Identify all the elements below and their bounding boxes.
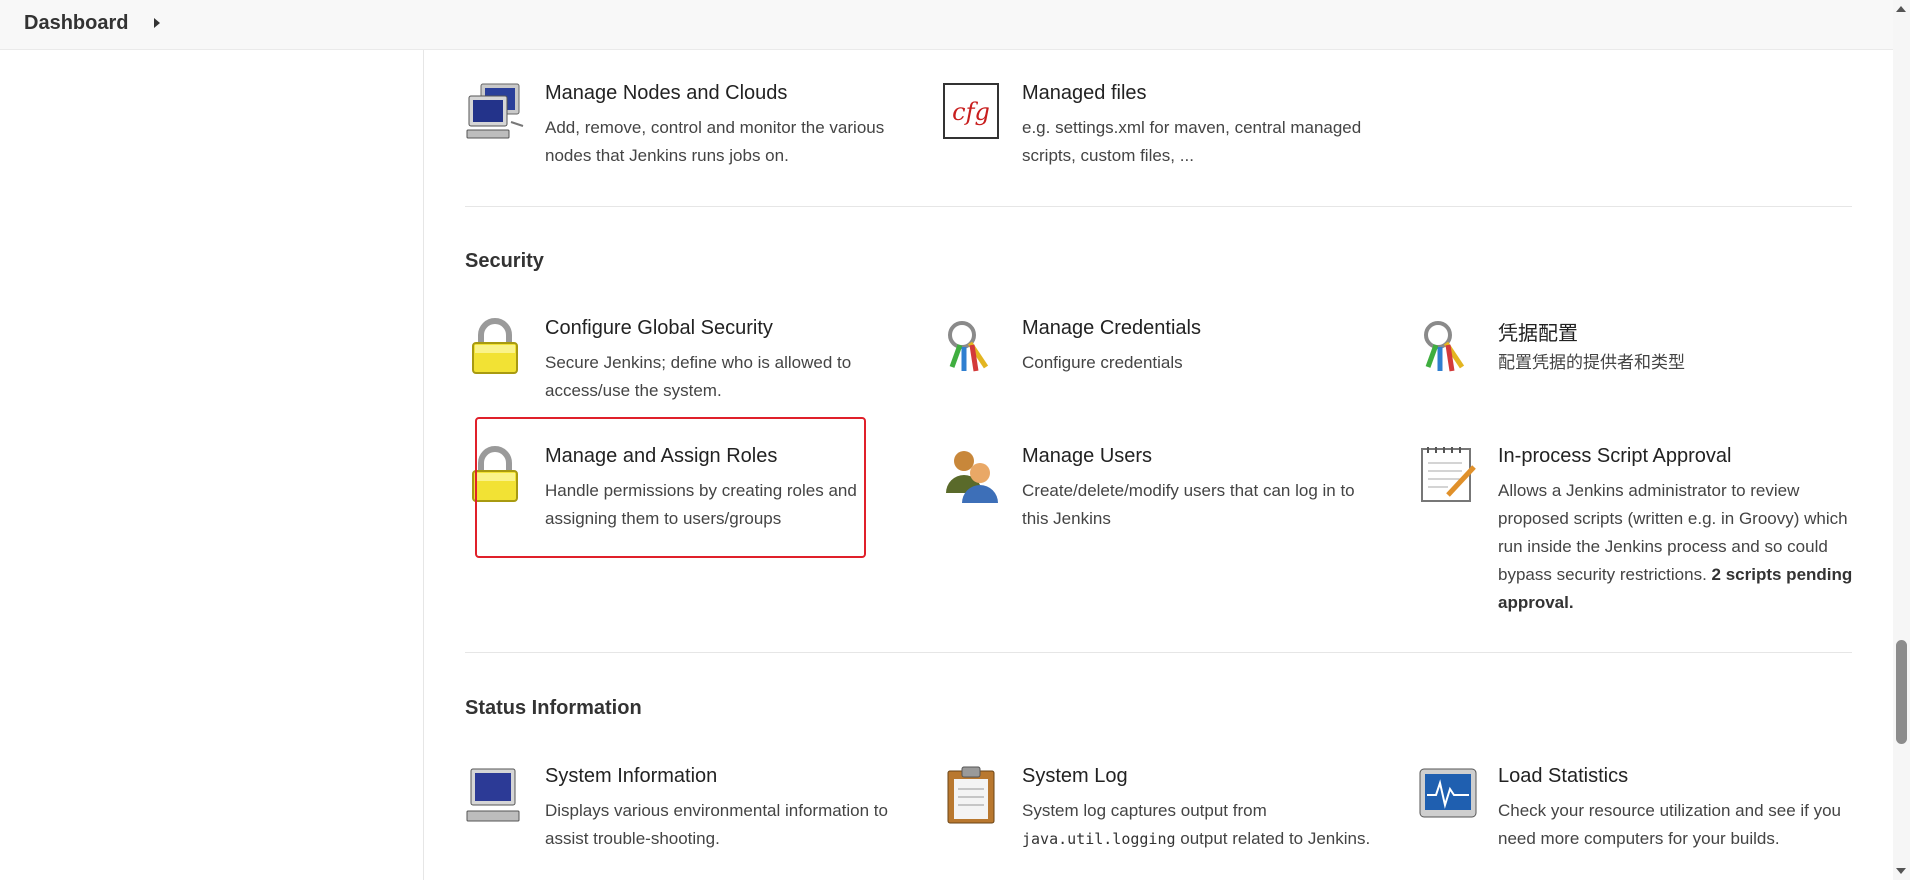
tile-description: Allows a Jenkins administrator to review… (1498, 477, 1858, 617)
section-title-status-information: Status Information (465, 697, 642, 719)
tile-title[interactable]: Managed files (1022, 82, 1382, 105)
section-divider (465, 206, 1852, 207)
tile-description: Configure credentials (1022, 353, 1183, 372)
tile-title[interactable]: Manage and Assign Roles (545, 445, 905, 468)
cfg-icon-text: cfg (952, 98, 990, 126)
monitor-chart-icon (1418, 765, 1478, 825)
tile-title[interactable]: In-process Script Approval (1498, 445, 1858, 468)
padlock-icon (465, 445, 525, 505)
side-panel (0, 50, 424, 880)
scroll-up-arrow-icon[interactable] (1896, 6, 1906, 12)
section-title-security: Security (465, 250, 544, 272)
cfg-file-icon: cfg (942, 82, 1002, 142)
padlock-icon (465, 317, 525, 377)
tile-description: Check your resource utilization and see … (1498, 801, 1842, 848)
vertical-scrollbar[interactable] (1893, 0, 1910, 880)
breadcrumb: Dashboard (0, 0, 1893, 50)
keys-icon (1418, 317, 1478, 377)
tile-description: Secure Jenkins; define who is allowed to… (545, 353, 852, 400)
scrollbar-thumb[interactable] (1896, 640, 1907, 744)
tile-title[interactable]: Configure Global Security (545, 317, 905, 340)
tile-description: Create/delete/modify users that can log … (1022, 481, 1355, 528)
scroll-down-arrow-icon[interactable] (1896, 868, 1906, 874)
tile-title[interactable]: Load Statistics (1498, 765, 1858, 788)
keys-icon (942, 317, 1002, 377)
tile-title[interactable]: 凭据配置 (1498, 317, 1858, 346)
computer-network-icon (465, 82, 525, 142)
users-icon (942, 445, 1002, 505)
tile-title[interactable]: Manage Credentials (1022, 317, 1382, 340)
tile-description: Handle permissions by creating roles and… (545, 481, 857, 528)
tile-description: System log captures output from java.uti… (1022, 797, 1382, 853)
section-divider (465, 652, 1852, 653)
system-log-code: java.util.logging (1022, 830, 1176, 848)
tile-title[interactable]: System Log (1022, 765, 1382, 788)
tile-description: Displays various environmental informati… (545, 801, 888, 848)
system-log-text-end: output related to Jenkins. (1180, 829, 1371, 848)
notepad-pencil-icon (1418, 445, 1478, 505)
system-log-text: System log captures output from (1022, 801, 1267, 820)
tile-title[interactable]: Manage Users (1022, 445, 1382, 468)
clipboard-icon (942, 765, 1002, 825)
breadcrumb-dashboard-link[interactable]: Dashboard (24, 12, 128, 35)
tile-description: 配置凭据的提供者和类型 (1498, 353, 1685, 373)
tile-title[interactable]: System Information (545, 765, 905, 788)
tile-description: e.g. settings.xml for maven, central man… (1022, 118, 1362, 165)
tile-description: Add, remove, control and monitor the var… (545, 118, 885, 165)
tile-title[interactable]: Manage Nodes and Clouds (545, 82, 905, 105)
breadcrumb-dropdown-arrow-icon[interactable] (154, 18, 160, 28)
computer-icon (465, 765, 525, 825)
jenkins-manage-page: Dashboard Manage Nodes and Clouds Add, r… (0, 0, 1910, 880)
